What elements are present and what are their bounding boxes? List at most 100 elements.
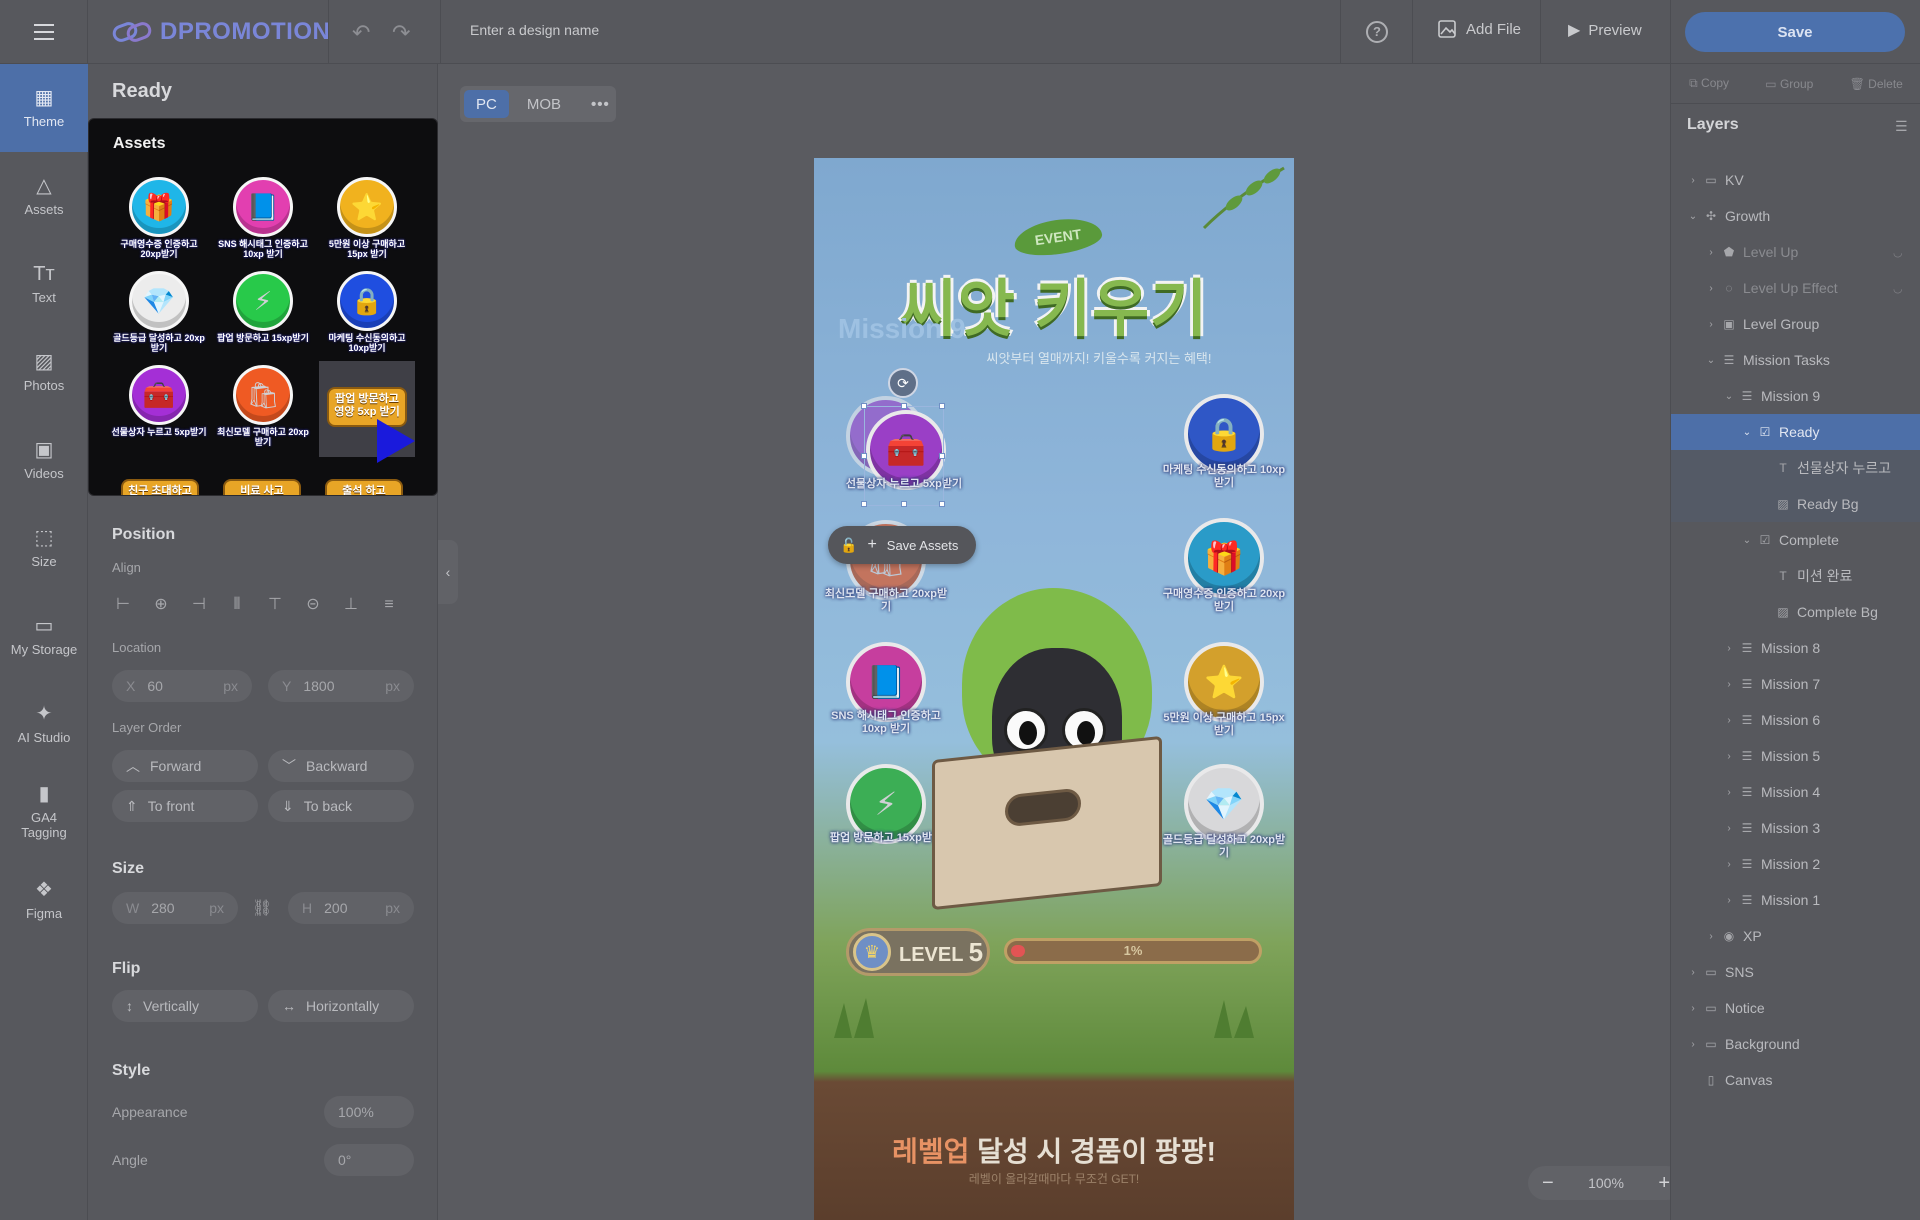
asset-tag[interactable]: 출석 하고 [325, 479, 403, 495]
distribute-v-icon[interactable]: ≡ [378, 594, 400, 616]
coin-icon[interactable]: ⭐ [1184, 642, 1264, 722]
layer-row[interactable]: › ☰ Mission 1 [1671, 882, 1920, 918]
chevron-down-icon[interactable]: ⌄ [1685, 211, 1701, 222]
layer-row[interactable]: › ▭ KV [1671, 162, 1920, 198]
preview-button[interactable]: ▶ Preview [1568, 20, 1642, 40]
align-top-icon[interactable]: ⊤ [264, 594, 286, 616]
design-name-input[interactable]: Enter a design name [470, 22, 599, 38]
layer-row[interactable]: T 선물상자 누르고 [1671, 450, 1920, 486]
to-back-button[interactable]: ⇓ To back [268, 790, 414, 822]
chevron-right-icon[interactable]: › [1721, 751, 1737, 762]
layer-row[interactable]: › ☰ Mission 3 [1671, 810, 1920, 846]
chevron-right-icon[interactable]: › [1703, 247, 1719, 258]
chevron-right-icon[interactable]: › [1721, 715, 1737, 726]
layer-row[interactable]: › ▭ SNS [1671, 954, 1920, 990]
save-button[interactable]: Save [1685, 12, 1905, 52]
flip-vertical-button[interactable]: ↕ Vertically [112, 990, 258, 1022]
asset-tag[interactable]: 비료 사고 [223, 479, 301, 495]
chevron-right-icon[interactable]: › [1703, 319, 1719, 330]
backward-button[interactable]: ﹀ Backward [268, 750, 414, 782]
chevron-down-icon[interactable]: ⌄ [1703, 355, 1719, 366]
chevron-right-icon[interactable]: › [1721, 823, 1737, 834]
chevron-right-icon[interactable]: › [1685, 1039, 1701, 1050]
forward-button[interactable]: ︿ Forward [112, 750, 258, 782]
zoom-in-icon[interactable]: + [1658, 1172, 1670, 1195]
asset-item[interactable]: 🛍 최신모델 구매하고 20xp받기 [215, 363, 311, 459]
more-options-icon[interactable]: ••• [579, 90, 622, 118]
copy-button[interactable]: ⧉ Copy [1689, 76, 1729, 91]
align-bottom-icon[interactable]: ⊥ [340, 594, 362, 616]
resize-handle[interactable] [861, 453, 867, 459]
chevron-right-icon[interactable]: › [1703, 931, 1719, 942]
redo-icon[interactable]: ↷ [392, 20, 410, 46]
nav-my-storage[interactable]: ▭ My Storage [0, 592, 88, 680]
layer-row[interactable]: › ☰ Mission 7 [1671, 666, 1920, 702]
help-icon[interactable]: ? [1366, 21, 1388, 43]
layer-row[interactable]: › ☰ Mission 5 [1671, 738, 1920, 774]
chevron-right-icon[interactable]: › [1703, 283, 1719, 294]
align-left-icon[interactable]: ⊢ [112, 594, 134, 616]
selection-box[interactable] [861, 403, 945, 507]
layer-row[interactable]: › ⬟ Level Up ◡ [1671, 234, 1920, 270]
layer-row[interactable]: › ☰ Mission 8 [1671, 630, 1920, 666]
resize-handle[interactable] [901, 501, 907, 507]
resize-handle[interactable] [939, 403, 945, 409]
flip-horizontal-button[interactable]: ↔ Horizontally [268, 990, 414, 1022]
asset-item[interactable]: ⚡ 팝업 방문하고 15xp받기 [215, 269, 311, 365]
nav-videos[interactable]: ▣ Videos [0, 416, 88, 504]
layer-row[interactable]: T 미션 완료 [1671, 558, 1920, 594]
eye-off-icon[interactable]: ◡ [1893, 246, 1903, 259]
chevron-down-icon[interactable]: ⌄ [1739, 535, 1755, 546]
layer-row[interactable]: ▨ Complete Bg [1671, 594, 1920, 630]
layer-row[interactable]: › ☰ Mission 4 [1671, 774, 1920, 810]
nav-size[interactable]: ⬚ Size [0, 504, 88, 592]
chevron-right-icon[interactable]: › [1685, 1003, 1701, 1014]
chevron-down-icon[interactable]: ⌄ [1739, 427, 1755, 438]
asset-item[interactable]: 💎 골드등급 달성하고 20xp받기 [111, 269, 207, 365]
view-mob-button[interactable]: MOB [515, 90, 573, 118]
nav-ai-studio[interactable]: ✦ AI Studio [0, 680, 88, 768]
chevron-right-icon[interactable]: › [1685, 967, 1701, 978]
asset-item[interactable]: 🎁 구매영수증 인증하고 20xp받기 [111, 175, 207, 271]
delete-button[interactable]: 🗑 Delete [1850, 77, 1903, 91]
zoom-out-icon[interactable]: − [1542, 1172, 1554, 1195]
layer-row[interactable]: ⌄ ☰ Mission 9 [1671, 378, 1920, 414]
rotate-handle-icon[interactable]: ⟳ [888, 368, 918, 398]
layers-options-icon[interactable]: ☰ [1895, 118, 1908, 135]
asset-item[interactable]: 🧰 선물상자 누르고 5xp받기 [111, 363, 207, 459]
chevron-right-icon[interactable]: › [1721, 643, 1737, 654]
eye-off-icon[interactable]: ◡ [1893, 282, 1903, 295]
undo-icon[interactable]: ↶ [352, 20, 370, 46]
resize-handle[interactable] [939, 453, 945, 459]
resize-handle[interactable] [901, 403, 907, 409]
resize-handle[interactable] [939, 501, 945, 507]
layer-row[interactable]: › ◌ Level Up Effect ◡ [1671, 270, 1920, 306]
nav-ga4-tagging[interactable]: ▮ GA4 Tagging [0, 768, 88, 856]
y-field[interactable]: Y 1800 px [268, 670, 414, 702]
resize-handle[interactable] [861, 501, 867, 507]
distribute-h-icon[interactable]: ⫴ [226, 594, 248, 616]
layer-row[interactable]: › ☰ Mission 2 [1671, 846, 1920, 882]
asset-item[interactable]: ⭐ 5만원 이상 구매하고 15px 받기 [319, 175, 415, 271]
nav-theme[interactable]: ▦ Theme [0, 64, 88, 152]
asset-item[interactable]: 🔒 마케팅 수신동의하고 10xp받기 [319, 269, 415, 365]
asset-item[interactable]: 📘 SNS 해시태그 인증하고 10xp 받기 [215, 175, 311, 271]
layer-row[interactable]: ⌄ ☑ Complete [1671, 522, 1920, 558]
unlink-icon[interactable]: ⛓ [252, 898, 272, 918]
layer-row[interactable]: ▨ Ready Bg [1671, 486, 1920, 522]
zoom-value[interactable]: 100% [1588, 1175, 1624, 1191]
resize-handle[interactable] [861, 403, 867, 409]
group-button[interactable]: ▭ Group [1765, 77, 1813, 91]
nav-text[interactable]: Tт Text [0, 240, 88, 328]
chevron-right-icon[interactable]: › [1685, 175, 1701, 186]
layer-row[interactable]: ⌄ ☑ Ready [1671, 414, 1920, 450]
align-middle-icon[interactable]: ⊝ [302, 594, 324, 616]
layer-row[interactable]: › ▣ Level Group [1671, 306, 1920, 342]
nav-photos[interactable]: ▨ Photos [0, 328, 88, 416]
to-front-button[interactable]: ⇑ To front [112, 790, 258, 822]
layer-row[interactable]: › ▭ Notice [1671, 990, 1920, 1026]
gift-icon[interactable]: 🎁 [1184, 518, 1264, 598]
add-file-button[interactable]: Add File [1438, 20, 1521, 38]
nav-figma[interactable]: ❖ Figma [0, 856, 88, 944]
layer-row[interactable]: › ◉ XP [1671, 918, 1920, 954]
